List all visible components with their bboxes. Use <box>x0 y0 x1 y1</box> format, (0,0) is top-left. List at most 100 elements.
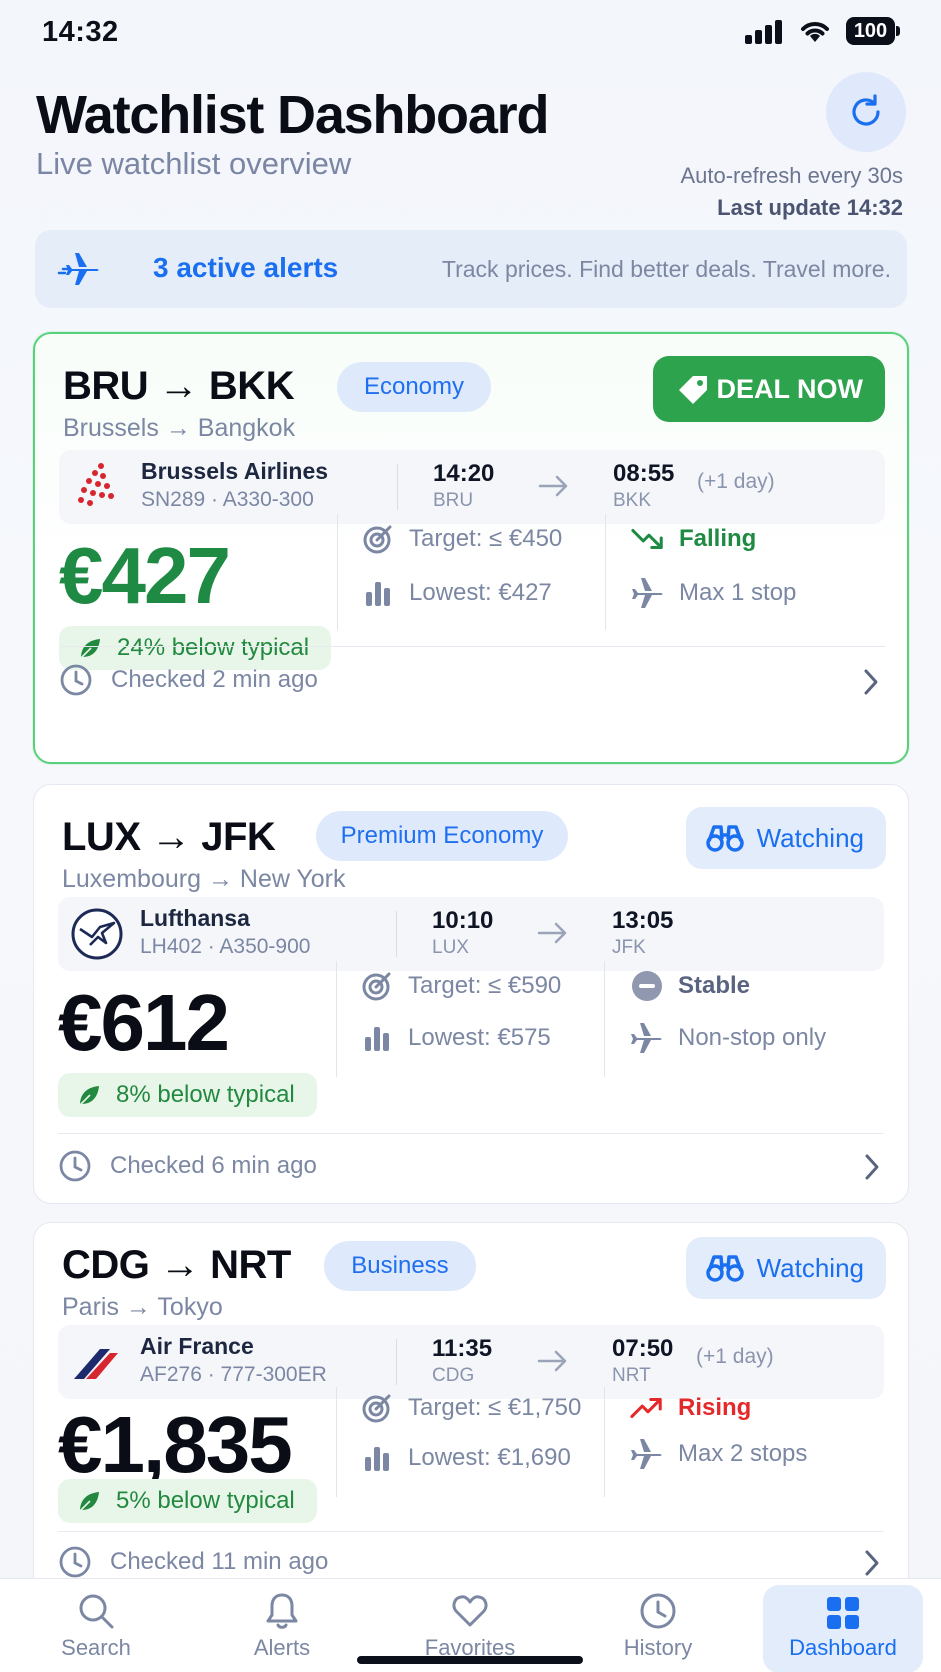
price-trend: Rising <box>630 1391 751 1425</box>
price-trend: Stable <box>630 969 750 1003</box>
arrow-right-icon: → <box>125 1293 158 1321</box>
stops-text: Max 1 stop <box>679 579 797 606</box>
target-price: Target: ≤ €1,750 <box>360 1391 581 1425</box>
watch-card-bru-bkk[interactable]: BRU → BKK Brussels → Bangkok Economy DEA… <box>33 332 909 764</box>
chevron-right-icon[interactable] <box>862 1153 882 1181</box>
home-indicator <box>357 1656 583 1664</box>
tab-search[interactable]: Search <box>16 1579 176 1672</box>
checked-status: Checked 11 min ago <box>58 1545 328 1579</box>
chevron-right-icon[interactable] <box>862 1549 882 1577</box>
price-tag-icon <box>679 376 707 404</box>
leaf-icon <box>80 639 100 659</box>
departure-code: CDG <box>432 1365 475 1386</box>
stops-filter: Non-stop only <box>630 1021 826 1055</box>
clock-icon <box>640 1593 676 1629</box>
airline-name: Brussels Airlines <box>141 458 329 484</box>
origin-code: LUX <box>62 815 141 859</box>
route-cities: Paris → Tokyo <box>62 1293 223 1322</box>
deal-now-button[interactable]: DEAL NOW <box>653 356 885 422</box>
flight-number: AF276 · 777-300ER <box>140 1363 327 1386</box>
flight-number: LH402 · A350-900 <box>140 935 311 958</box>
air-france-logo-icon <box>74 1349 118 1379</box>
departure-time: 10:10 <box>432 907 494 934</box>
binoculars-icon <box>706 825 744 852</box>
wifi-icon <box>801 22 829 42</box>
status-time: 14:32 <box>42 16 119 48</box>
tab-alerts[interactable]: Alerts <box>202 1579 362 1672</box>
target-icon <box>361 522 395 556</box>
route-codes: BRU → BKK <box>63 364 295 409</box>
arrival-time: 08:55 <box>613 460 675 487</box>
battery-level: 100 <box>846 17 895 45</box>
refresh-icon <box>852 94 880 126</box>
clock-icon <box>60 664 92 696</box>
flight-details: Air France AF276 · 777-300ER 11:35 CDG 0… <box>58 1325 884 1399</box>
arrival-time: 07:50 <box>612 1335 674 1362</box>
tab-dashboard[interactable]: Dashboard <box>763 1585 923 1672</box>
deal-now-label: DEAL NOW <box>716 373 864 404</box>
clock-icon <box>59 1546 91 1578</box>
below-typical-text: 5% below typical <box>116 1487 295 1514</box>
arrow-right-icon: → <box>160 1243 211 1287</box>
origin-city: Paris <box>62 1293 119 1321</box>
watch-card-lux-jfk[interactable]: LUX → JFK Luxembourg → New York Premium … <box>33 784 909 1204</box>
day-offset-note: (+1 day) <box>696 1345 774 1368</box>
alerts-banner[interactable]: 3 active alerts Track prices. Find bette… <box>35 230 907 308</box>
refresh-info: Auto-refresh every 30s Last update 14:32 <box>680 160 903 224</box>
checked-status: Checked 6 min ago <box>58 1149 317 1183</box>
airplane-icon <box>631 576 665 610</box>
lowest-price: Lowest: €427 <box>361 576 552 610</box>
route-codes: CDG → NRT <box>62 1243 291 1288</box>
minus-circle-icon <box>630 969 664 1003</box>
stops-text: Non-stop only <box>678 1024 827 1051</box>
watching-label: Watching <box>756 822 864 853</box>
departure-code: LUX <box>432 937 469 958</box>
lowest-price: Lowest: €1,690 <box>360 1441 571 1475</box>
watching-button[interactable]: Watching <box>686 1237 886 1299</box>
tab-label: Alerts <box>253 1635 311 1660</box>
departure-time: 14:20 <box>433 460 495 487</box>
arrow-right-icon: → <box>207 865 240 893</box>
tab-history[interactable]: History <box>578 1579 738 1672</box>
origin-code: CDG <box>62 1243 150 1287</box>
watching-button[interactable]: Watching <box>686 807 886 869</box>
lowest-text: Lowest: €1,690 <box>408 1444 571 1471</box>
lufthansa-logo-icon <box>71 908 123 960</box>
active-alerts-count: 3 active alerts <box>153 252 339 283</box>
signal-icon <box>745 20 785 44</box>
arrival-time: 13:05 <box>612 907 674 934</box>
checked-text: Checked 6 min ago <box>110 1152 317 1179</box>
airline-name: Lufthansa <box>140 905 250 931</box>
destination-code: BKK <box>208 364 295 408</box>
leaf-icon <box>79 1086 99 1106</box>
refresh-button[interactable] <box>826 72 906 152</box>
arrival-code: NRT <box>612 1365 651 1386</box>
grid-icon <box>827 1597 859 1629</box>
airplane-icon <box>630 1437 664 1471</box>
watch-card-cdg-nrt[interactable]: CDG → NRT Paris → Tokyo Business Watchin… <box>33 1222 909 1602</box>
current-price: €612 <box>58 978 230 1067</box>
checked-status: Checked 2 min ago <box>59 663 318 697</box>
below-typical-text: 8% below typical <box>116 1081 295 1108</box>
target-icon <box>360 969 394 1003</box>
day-offset-note: (+1 day) <box>697 470 775 493</box>
watching-label: Watching <box>756 1252 864 1283</box>
page-title: Watchlist Dashboard <box>36 85 549 145</box>
target-icon <box>360 1391 394 1425</box>
last-update-text: Last update 14:32 <box>717 195 903 220</box>
page-subtitle: Live watchlist overview <box>36 146 352 181</box>
airline-name: Air France <box>140 1333 254 1359</box>
below-typical-badge: 8% below typical <box>58 1073 317 1117</box>
arrow-right-icon <box>537 1350 567 1372</box>
below-typical-text: 24% below typical <box>117 634 310 661</box>
auto-refresh-text: Auto-refresh every 30s <box>680 163 903 188</box>
arrival-code: BKK <box>613 490 652 511</box>
stops-text: Max 2 stops <box>678 1440 808 1467</box>
leaf-icon <box>79 1492 99 1512</box>
checked-text: Checked 2 min ago <box>111 666 318 693</box>
trending-up-icon <box>630 1391 664 1425</box>
flight-details: Brussels Airlines SN289 · A330-300 14:20… <box>59 450 885 524</box>
search-icon <box>79 1594 114 1629</box>
chevron-right-icon[interactable] <box>861 668 881 696</box>
departure-time: 11:35 <box>432 1335 493 1362</box>
